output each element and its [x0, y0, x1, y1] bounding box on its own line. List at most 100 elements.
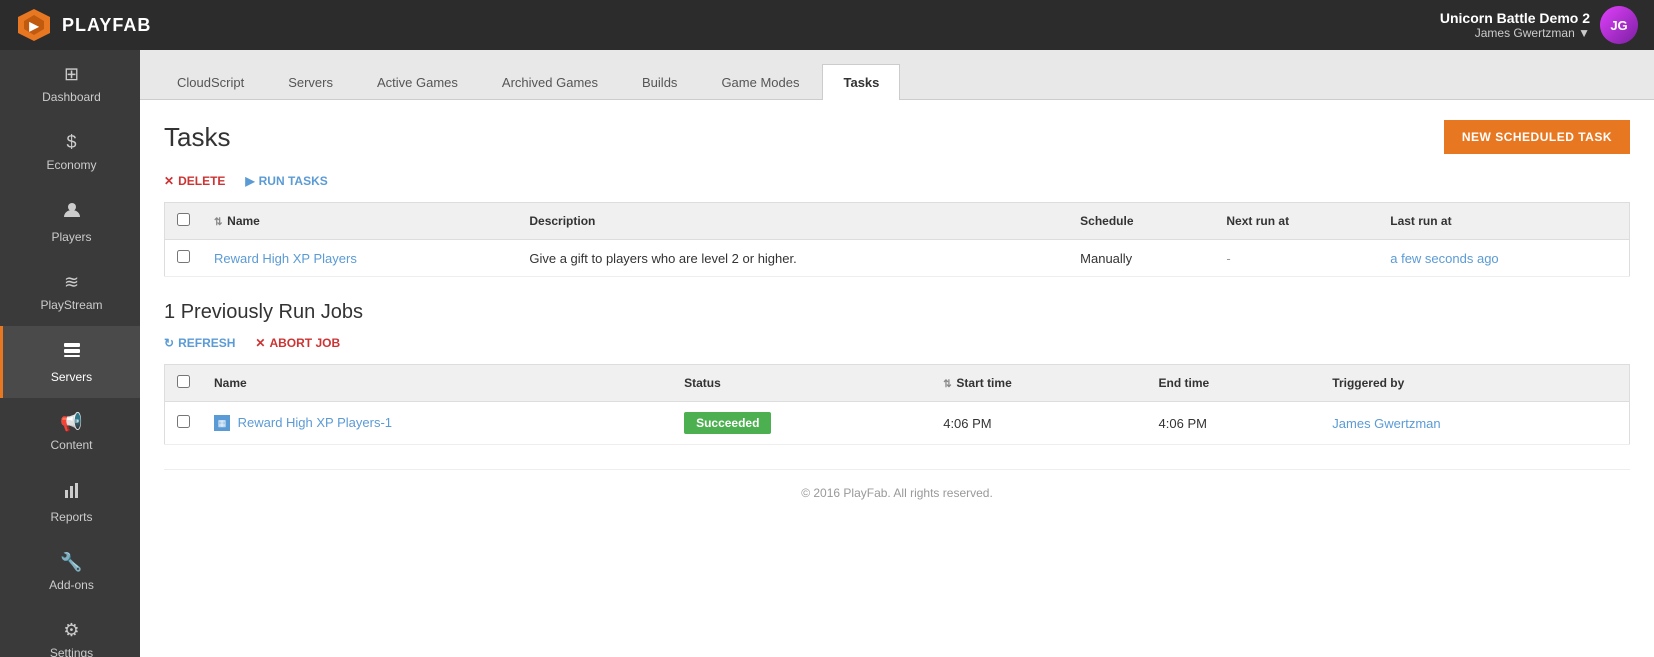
new-scheduled-task-button[interactable]: NEW SCHEDULED TASK: [1444, 120, 1630, 154]
jobs-col-start-time: ⇅ Start time: [931, 365, 1146, 402]
content-area: CloudScript Servers Active Games Archive…: [140, 50, 1654, 657]
tab-servers[interactable]: Servers: [267, 64, 354, 100]
job-name-cell[interactable]: ▦ Reward High XP Players-1: [202, 402, 672, 445]
sidebar-item-playstream[interactable]: ≋ PlayStream: [0, 258, 140, 326]
sidebar-item-label: Servers: [51, 370, 92, 384]
jobs-select-all-col: [165, 365, 203, 402]
project-name: Unicorn Battle Demo 2: [1440, 10, 1590, 26]
tab-cloudscript[interactable]: CloudScript: [156, 64, 265, 100]
sidebar-item-economy[interactable]: $ Economy: [0, 118, 140, 186]
tasks-table-body: Reward High XP Players Give a gift to pl…: [165, 240, 1630, 277]
jobs-table-header: Name Status ⇅ Start time End time Trigge…: [165, 365, 1630, 402]
refresh-icon: ↻: [164, 336, 174, 350]
tasks-col-last-run: Last run at: [1378, 203, 1629, 240]
tasks-col-description: Description: [517, 203, 1068, 240]
tab-bar: CloudScript Servers Active Games Archive…: [140, 50, 1654, 100]
abort-job-button[interactable]: ✕ ABORT JOB: [255, 336, 340, 350]
sort-icon: ⇅: [214, 217, 225, 228]
main-layout: ⊞ Dashboard $ Economy Players ≋ PlayStre…: [0, 50, 1654, 657]
sidebar-item-servers[interactable]: Servers: [0, 326, 140, 398]
sidebar-item-label: Dashboard: [42, 90, 101, 104]
previously-run-section-header: 1 Previously Run Jobs: [164, 301, 1630, 324]
tab-archived-games[interactable]: Archived Games: [481, 64, 619, 100]
sort-icon: ⇅: [943, 379, 954, 390]
tab-active-games[interactable]: Active Games: [356, 64, 479, 100]
tasks-col-next-run: Next run at: [1214, 203, 1378, 240]
dashboard-icon: ⊞: [64, 64, 79, 85]
sidebar-item-dashboard[interactable]: ⊞ Dashboard: [0, 50, 140, 118]
job-checkbox[interactable]: [177, 415, 190, 428]
sidebar-item-players[interactable]: Players: [0, 186, 140, 258]
row-checkbox-cell: [165, 240, 203, 277]
tasks-select-all-col: [165, 203, 203, 240]
play-icon: ▶: [245, 174, 254, 188]
job-checkbox-cell: [165, 402, 203, 445]
job-action-bar: ↻ REFRESH ✕ ABORT JOB: [164, 336, 1630, 350]
sidebar-item-addons[interactable]: 🔧 Add-ons: [0, 538, 140, 606]
sidebar: ⊞ Dashboard $ Economy Players ≋ PlayStre…: [0, 50, 140, 657]
abort-icon: ✕: [255, 336, 265, 350]
servers-icon: [62, 340, 82, 365]
job-start-time-cell: 4:06 PM: [931, 402, 1146, 445]
players-icon: [62, 200, 82, 225]
tasks-action-bar: ✕ DELETE ▶ RUN TASKS: [164, 174, 1630, 188]
user-area: Unicorn Battle Demo 2 James Gwertzman ▼ …: [1440, 6, 1638, 44]
user-info: Unicorn Battle Demo 2 James Gwertzman ▼: [1440, 10, 1590, 40]
tab-builds[interactable]: Builds: [621, 64, 698, 100]
table-row: ▦ Reward High XP Players-1 Succeeded 4:0…: [165, 402, 1630, 445]
jobs-col-status: Status: [672, 365, 931, 402]
sidebar-item-label: Players: [51, 230, 91, 244]
tasks-select-all-checkbox[interactable]: [177, 213, 190, 226]
sidebar-item-reports[interactable]: Reports: [0, 466, 140, 538]
svg-text:▶: ▶: [28, 19, 39, 33]
task-next-run-cell: -: [1214, 240, 1378, 277]
sidebar-item-label: Settings: [50, 646, 93, 657]
sidebar-item-label: Add-ons: [49, 578, 94, 592]
run-tasks-button[interactable]: ▶ RUN TASKS: [245, 174, 327, 188]
svg-text:JG: JG: [1610, 18, 1627, 33]
x-icon: ✕: [164, 174, 174, 188]
sidebar-item-settings[interactable]: ⚙ Settings: [0, 606, 140, 657]
content-icon: 📢: [60, 412, 82, 433]
jobs-col-name: Name: [202, 365, 672, 402]
task-description-cell: Give a gift to players who are level 2 o…: [517, 240, 1068, 277]
sidebar-item-content[interactable]: 📢 Content: [0, 398, 140, 466]
addons-icon: 🔧: [60, 552, 82, 573]
job-end-time-cell: 4:06 PM: [1147, 402, 1321, 445]
jobs-col-end-time: End time: [1147, 365, 1321, 402]
playfab-logo-icon: ▶: [16, 7, 52, 43]
task-schedule-cell: Manually: [1068, 240, 1214, 277]
row-checkbox[interactable]: [177, 250, 190, 263]
reports-icon: [62, 480, 82, 505]
jobs-table-body: ▦ Reward High XP Players-1 Succeeded 4:0…: [165, 402, 1630, 445]
tasks-table: ⇅ Name Description Schedule Next run at …: [164, 202, 1630, 277]
page-content: Tasks NEW SCHEDULED TASK ✕ DELETE ▶ RUN …: [140, 100, 1654, 657]
playstream-icon: ≋: [64, 272, 79, 293]
task-type-icon: ▦: [214, 415, 230, 431]
status-badge: Succeeded: [684, 412, 771, 434]
logo-text: PLAYFAB: [62, 15, 151, 36]
logo-area: ▶ PLAYFAB: [16, 7, 151, 43]
settings-icon: ⚙: [63, 620, 79, 641]
task-last-run-cell: a few seconds ago: [1378, 240, 1629, 277]
job-status-cell: Succeeded: [672, 402, 931, 445]
tasks-table-header: ⇅ Name Description Schedule Next run at …: [165, 203, 1630, 240]
job-triggered-by-cell[interactable]: James Gwertzman: [1320, 402, 1629, 445]
tasks-col-name: ⇅ Name: [202, 203, 517, 240]
tab-tasks[interactable]: Tasks: [822, 64, 900, 100]
user-name: James Gwertzman ▼: [1440, 26, 1590, 40]
task-name-cell[interactable]: Reward High XP Players: [202, 240, 517, 277]
top-header: ▶ PLAYFAB Unicorn Battle Demo 2 James Gw…: [0, 0, 1654, 50]
page-title: Tasks: [164, 122, 230, 153]
jobs-select-all-checkbox[interactable]: [177, 375, 190, 388]
avatar[interactable]: JG: [1600, 6, 1638, 44]
sidebar-item-label: Economy: [46, 158, 96, 172]
tab-game-modes[interactable]: Game Modes: [700, 64, 820, 100]
table-row: Reward High XP Players Give a gift to pl…: [165, 240, 1630, 277]
economy-icon: $: [66, 132, 76, 153]
sidebar-item-label: Reports: [50, 510, 92, 524]
delete-button[interactable]: ✕ DELETE: [164, 174, 225, 188]
jobs-col-triggered-by: Triggered by: [1320, 365, 1629, 402]
sidebar-item-label: Content: [50, 438, 92, 452]
refresh-button[interactable]: ↻ REFRESH: [164, 336, 235, 350]
